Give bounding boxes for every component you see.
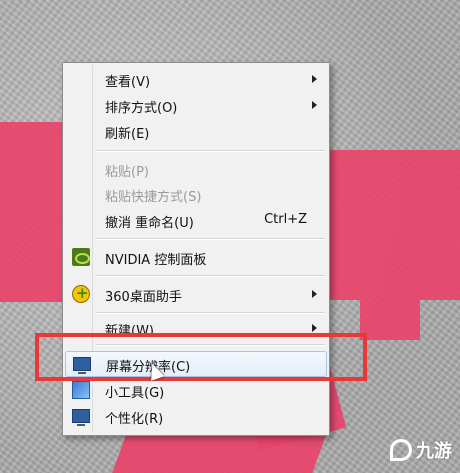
menu-item-gadgets[interactable]: 小工具(G) bbox=[65, 378, 327, 402]
menu-item-label: 排序方式(O) bbox=[105, 101, 178, 116]
watermark-logo-icon bbox=[390, 439, 412, 461]
menu-item-label: NVIDIA 控制面板 bbox=[105, 253, 207, 268]
watermark: 九游 bbox=[390, 437, 452, 463]
menu-separator bbox=[96, 150, 325, 152]
menu-item-paste-shortcut[interactable]: 粘贴快捷方式(S) bbox=[65, 182, 327, 206]
menu-item-refresh[interactable]: 刷新(E) bbox=[65, 119, 327, 143]
menu-item-label: 个性化(R) bbox=[105, 412, 164, 427]
nvidia-icon bbox=[72, 248, 90, 266]
gadget-icon bbox=[72, 381, 90, 399]
menu-separator bbox=[96, 238, 325, 240]
submenu-arrow-icon bbox=[312, 101, 317, 109]
shortcut-label: Ctrl+Z bbox=[264, 212, 307, 227]
wallpaper-shape bbox=[0, 122, 62, 302]
menu-item-nvidia-control-panel[interactable]: NVIDIA 控制面板 bbox=[65, 245, 327, 269]
wallpaper-shape bbox=[328, 150, 460, 300]
menu-item-label: 撤消 重命名(U) bbox=[105, 216, 194, 231]
menu-item-undo-rename[interactable]: 撤消 重命名(U) Ctrl+Z bbox=[65, 208, 327, 232]
wallpaper-shape bbox=[360, 300, 420, 340]
menu-item-view[interactable]: 查看(V) bbox=[65, 67, 327, 91]
menu-item-360-desktop[interactable]: 360桌面助手 bbox=[65, 282, 327, 306]
360-icon bbox=[72, 284, 90, 303]
menu-item-label: 粘贴快捷方式(S) bbox=[105, 190, 202, 205]
menu-item-label: 查看(V) bbox=[105, 75, 151, 90]
submenu-arrow-icon bbox=[312, 324, 317, 332]
menu-separator bbox=[96, 275, 325, 277]
monitor-icon bbox=[72, 409, 90, 426]
menu-item-paste[interactable]: 粘贴(P) bbox=[65, 157, 327, 181]
menu-item-label: 粘贴(P) bbox=[105, 165, 149, 180]
menu-item-personalize[interactable]: 个性化(R) bbox=[65, 404, 327, 428]
annotation-highlight-box bbox=[35, 333, 367, 381]
menu-separator bbox=[96, 312, 325, 314]
menu-item-label: 360桌面助手 bbox=[105, 290, 182, 305]
menu-item-label: 刷新(E) bbox=[105, 127, 150, 142]
submenu-arrow-icon bbox=[312, 75, 317, 83]
menu-item-sort-by[interactable]: 排序方式(O) bbox=[65, 93, 327, 117]
submenu-arrow-icon bbox=[312, 290, 317, 298]
menu-item-label: 小工具(G) bbox=[105, 386, 165, 401]
watermark-text: 九游 bbox=[416, 441, 452, 462]
